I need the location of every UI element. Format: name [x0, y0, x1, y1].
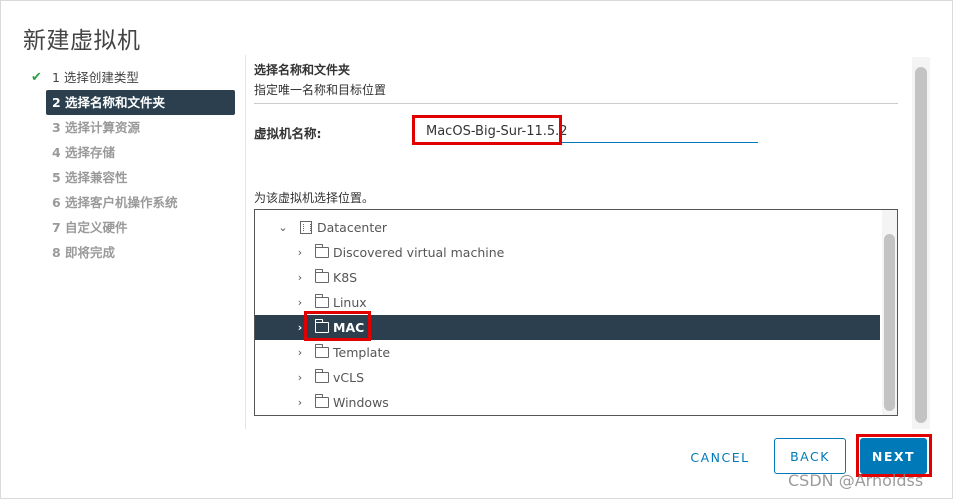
chevron-right-icon[interactable]: ›: [294, 265, 306, 290]
step-label: 3 选择计算资源: [52, 120, 141, 135]
step-7: 7 自定义硬件: [29, 215, 239, 240]
step-label: 5 选择兼容性: [52, 170, 128, 185]
step-label: 6 选择客户机操作系统: [52, 195, 178, 210]
chevron-right-icon[interactable]: ›: [294, 240, 306, 265]
tree-node-folder[interactable]: › vCLS: [255, 365, 880, 390]
step-label: 7 自定义硬件: [52, 220, 128, 235]
section-title: 选择名称和文件夹: [254, 63, 351, 77]
step-5: 5 选择兼容性: [29, 165, 239, 190]
name-highlight-box: [412, 115, 562, 145]
step-3: 3 选择计算资源: [29, 115, 239, 140]
folder-icon: [315, 244, 329, 258]
new-vm-dialog: 新建虚拟机 ✔ 1 选择创建类型 2 选择名称和文件夹 3 选择计算资源 4 选…: [0, 0, 953, 499]
tree-node-label: Discovered virtual machine: [333, 245, 505, 260]
folder-icon: [315, 344, 329, 358]
section-divider: [254, 103, 898, 104]
step-label: 2 选择名称和文件夹: [52, 95, 166, 110]
tree-node-folder[interactable]: › Template: [255, 340, 880, 365]
tree-node-folder[interactable]: › Discovered virtual machine: [255, 240, 880, 265]
tree-node-label: Windows: [333, 395, 389, 410]
datacenter-icon: [300, 221, 312, 234]
step-label: 4 选择存储: [52, 145, 116, 160]
tree-node-datacenter[interactable]: ⌄ Datacenter: [255, 215, 880, 240]
location-label: 为该虚拟机选择位置。: [254, 191, 375, 205]
mac-highlight-box: [304, 311, 371, 341]
tree-node-label: K8S: [333, 270, 358, 285]
tree-scrollbar-thumb[interactable]: [884, 234, 895, 411]
watermark: CSDN @Arnoldss: [788, 471, 924, 490]
step-6: 6 选择客户机操作系统: [29, 190, 239, 215]
dialog-title: 新建虚拟机: [23, 28, 141, 54]
tree-node-label: Datacenter: [317, 220, 388, 235]
chevron-down-icon[interactable]: ⌄: [277, 215, 289, 240]
wizard-steps: ✔ 1 选择创建类型 2 选择名称和文件夹 3 选择计算资源 4 选择存储 5 …: [29, 65, 239, 265]
vm-name-label: 虚拟机名称:: [254, 126, 322, 141]
panel-scrollbar-thumb[interactable]: [915, 67, 927, 423]
tree-node-folder[interactable]: › Windows: [255, 390, 880, 415]
step-2[interactable]: 2 选择名称和文件夹: [46, 90, 235, 115]
chevron-right-icon[interactable]: ›: [294, 365, 306, 390]
check-icon: ✔: [31, 70, 42, 85]
step-label: 1 选择创建类型: [52, 70, 139, 85]
step-1[interactable]: ✔ 1 选择创建类型: [29, 65, 239, 90]
folder-icon: [315, 294, 329, 308]
tree-node-label: vCLS: [333, 370, 365, 385]
chevron-right-icon[interactable]: ›: [294, 390, 306, 415]
tree-node-label: Template: [333, 345, 391, 360]
steps-divider: [245, 55, 246, 429]
chevron-right-icon[interactable]: ›: [294, 340, 306, 365]
cancel-button[interactable]: CANCEL: [681, 439, 759, 475]
step-8: 8 即将完成: [29, 240, 239, 265]
section-subtitle: 指定唯一名称和目标位置: [254, 83, 387, 97]
tree-node-folder[interactable]: › K8S: [255, 265, 880, 290]
step-4: 4 选择存储: [29, 140, 239, 165]
folder-icon: [315, 369, 329, 383]
folder-icon: [315, 269, 329, 283]
step-label: 8 即将完成: [52, 245, 116, 260]
back-button[interactable]: BACK: [774, 438, 846, 474]
folder-icon: [315, 394, 329, 408]
